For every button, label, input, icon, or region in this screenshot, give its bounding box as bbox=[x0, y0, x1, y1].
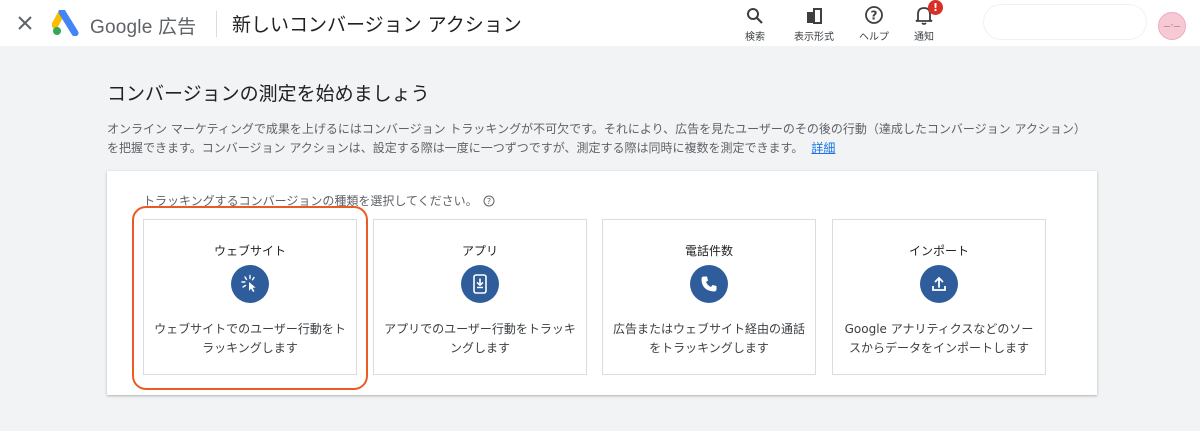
mobile-app-icon bbox=[461, 265, 499, 303]
close-icon[interactable] bbox=[14, 12, 36, 34]
learn-more-link[interactable]: 詳細 bbox=[811, 141, 835, 155]
top-app-bar: Google 広告 新しいコンバージョン アクション 検索 表示形式 ? ヘルプ… bbox=[0, 0, 1200, 46]
notifications-button[interactable]: ! 通知 bbox=[896, 0, 952, 43]
svg-text:?: ? bbox=[487, 197, 491, 206]
page-title: 新しいコンバージョン アクション bbox=[232, 14, 522, 36]
help-circle-icon[interactable]: ? bbox=[483, 195, 495, 207]
card-website[interactable]: ウェブサイト ウェブサイトでのユーザー行動をトラッキングします bbox=[143, 219, 357, 375]
avatar-text: —ᵕ— bbox=[1163, 22, 1181, 30]
google-ads-logo[interactable] bbox=[52, 10, 80, 36]
help-button[interactable]: ? ヘルプ bbox=[846, 3, 902, 43]
card-import[interactable]: インポート Google アナリティクスなどのソースからデータをインポートします bbox=[832, 219, 1046, 375]
search-icon bbox=[727, 3, 783, 25]
account-switcher[interactable] bbox=[984, 5, 1146, 39]
section-title: コンバージョンの測定を始めましょう bbox=[107, 83, 430, 105]
card-app[interactable]: アプリ アプリでのユーザー行動をトラッキングします bbox=[373, 219, 587, 375]
brand-name: Google 広告 bbox=[90, 17, 197, 38]
card-description: アプリでのユーザー行動をトラッキングします bbox=[384, 322, 576, 355]
card-title: ウェブサイト bbox=[213, 244, 286, 258]
bell-icon bbox=[896, 3, 952, 25]
appearance-button[interactable]: 表示形式 bbox=[786, 3, 842, 43]
conversion-type-panel: トラッキングするコンバージョンの種類を選択してください。 ? ウェブサイト ウェ… bbox=[107, 171, 1097, 395]
header-divider bbox=[216, 11, 217, 37]
help-icon: ? bbox=[846, 3, 902, 25]
card-title: アプリ bbox=[461, 244, 498, 258]
panel-label-row: トラッキングするコンバージョンの種類を選択してください。 ? bbox=[143, 192, 495, 209]
search-label: 検索 bbox=[745, 32, 765, 43]
cursor-click-icon bbox=[231, 265, 269, 303]
card-description: ウェブサイトでのユーザー行動をトラッキングします bbox=[154, 322, 346, 355]
card-phone-calls[interactable]: 電話件数 広告またはウェブサイト経由の通話をトラッキングします bbox=[602, 219, 816, 375]
notification-badge: ! bbox=[928, 0, 943, 15]
card-description: 広告またはウェブサイト経由の通話をトラッキングします bbox=[612, 322, 805, 355]
phone-icon bbox=[690, 265, 728, 303]
intro-description: オンライン マーケティングで成果を上げるにはコンバージョン トラッキングが不可欠… bbox=[107, 120, 1097, 158]
appearance-label: 表示形式 bbox=[794, 32, 834, 43]
notifications-label: 通知 bbox=[914, 32, 934, 43]
description-text: オンライン マーケティングで成果を上げるにはコンバージョン トラッキングが不可欠… bbox=[107, 122, 1086, 155]
panel-label: トラッキングするコンバージョンの種類を選択してください。 bbox=[143, 194, 478, 208]
search-button[interactable]: 検索 bbox=[727, 3, 783, 43]
svg-text:?: ? bbox=[871, 9, 878, 23]
avatar[interactable]: —ᵕ— bbox=[1158, 12, 1186, 40]
card-title: インポート bbox=[908, 244, 969, 258]
help-label: ヘルプ bbox=[859, 32, 889, 43]
card-title: 電話件数 bbox=[684, 244, 733, 258]
card-description: Google アナリティクスなどのソースからデータをインポートします bbox=[844, 322, 1034, 355]
appearance-icon bbox=[786, 3, 842, 25]
upload-icon bbox=[920, 265, 958, 303]
